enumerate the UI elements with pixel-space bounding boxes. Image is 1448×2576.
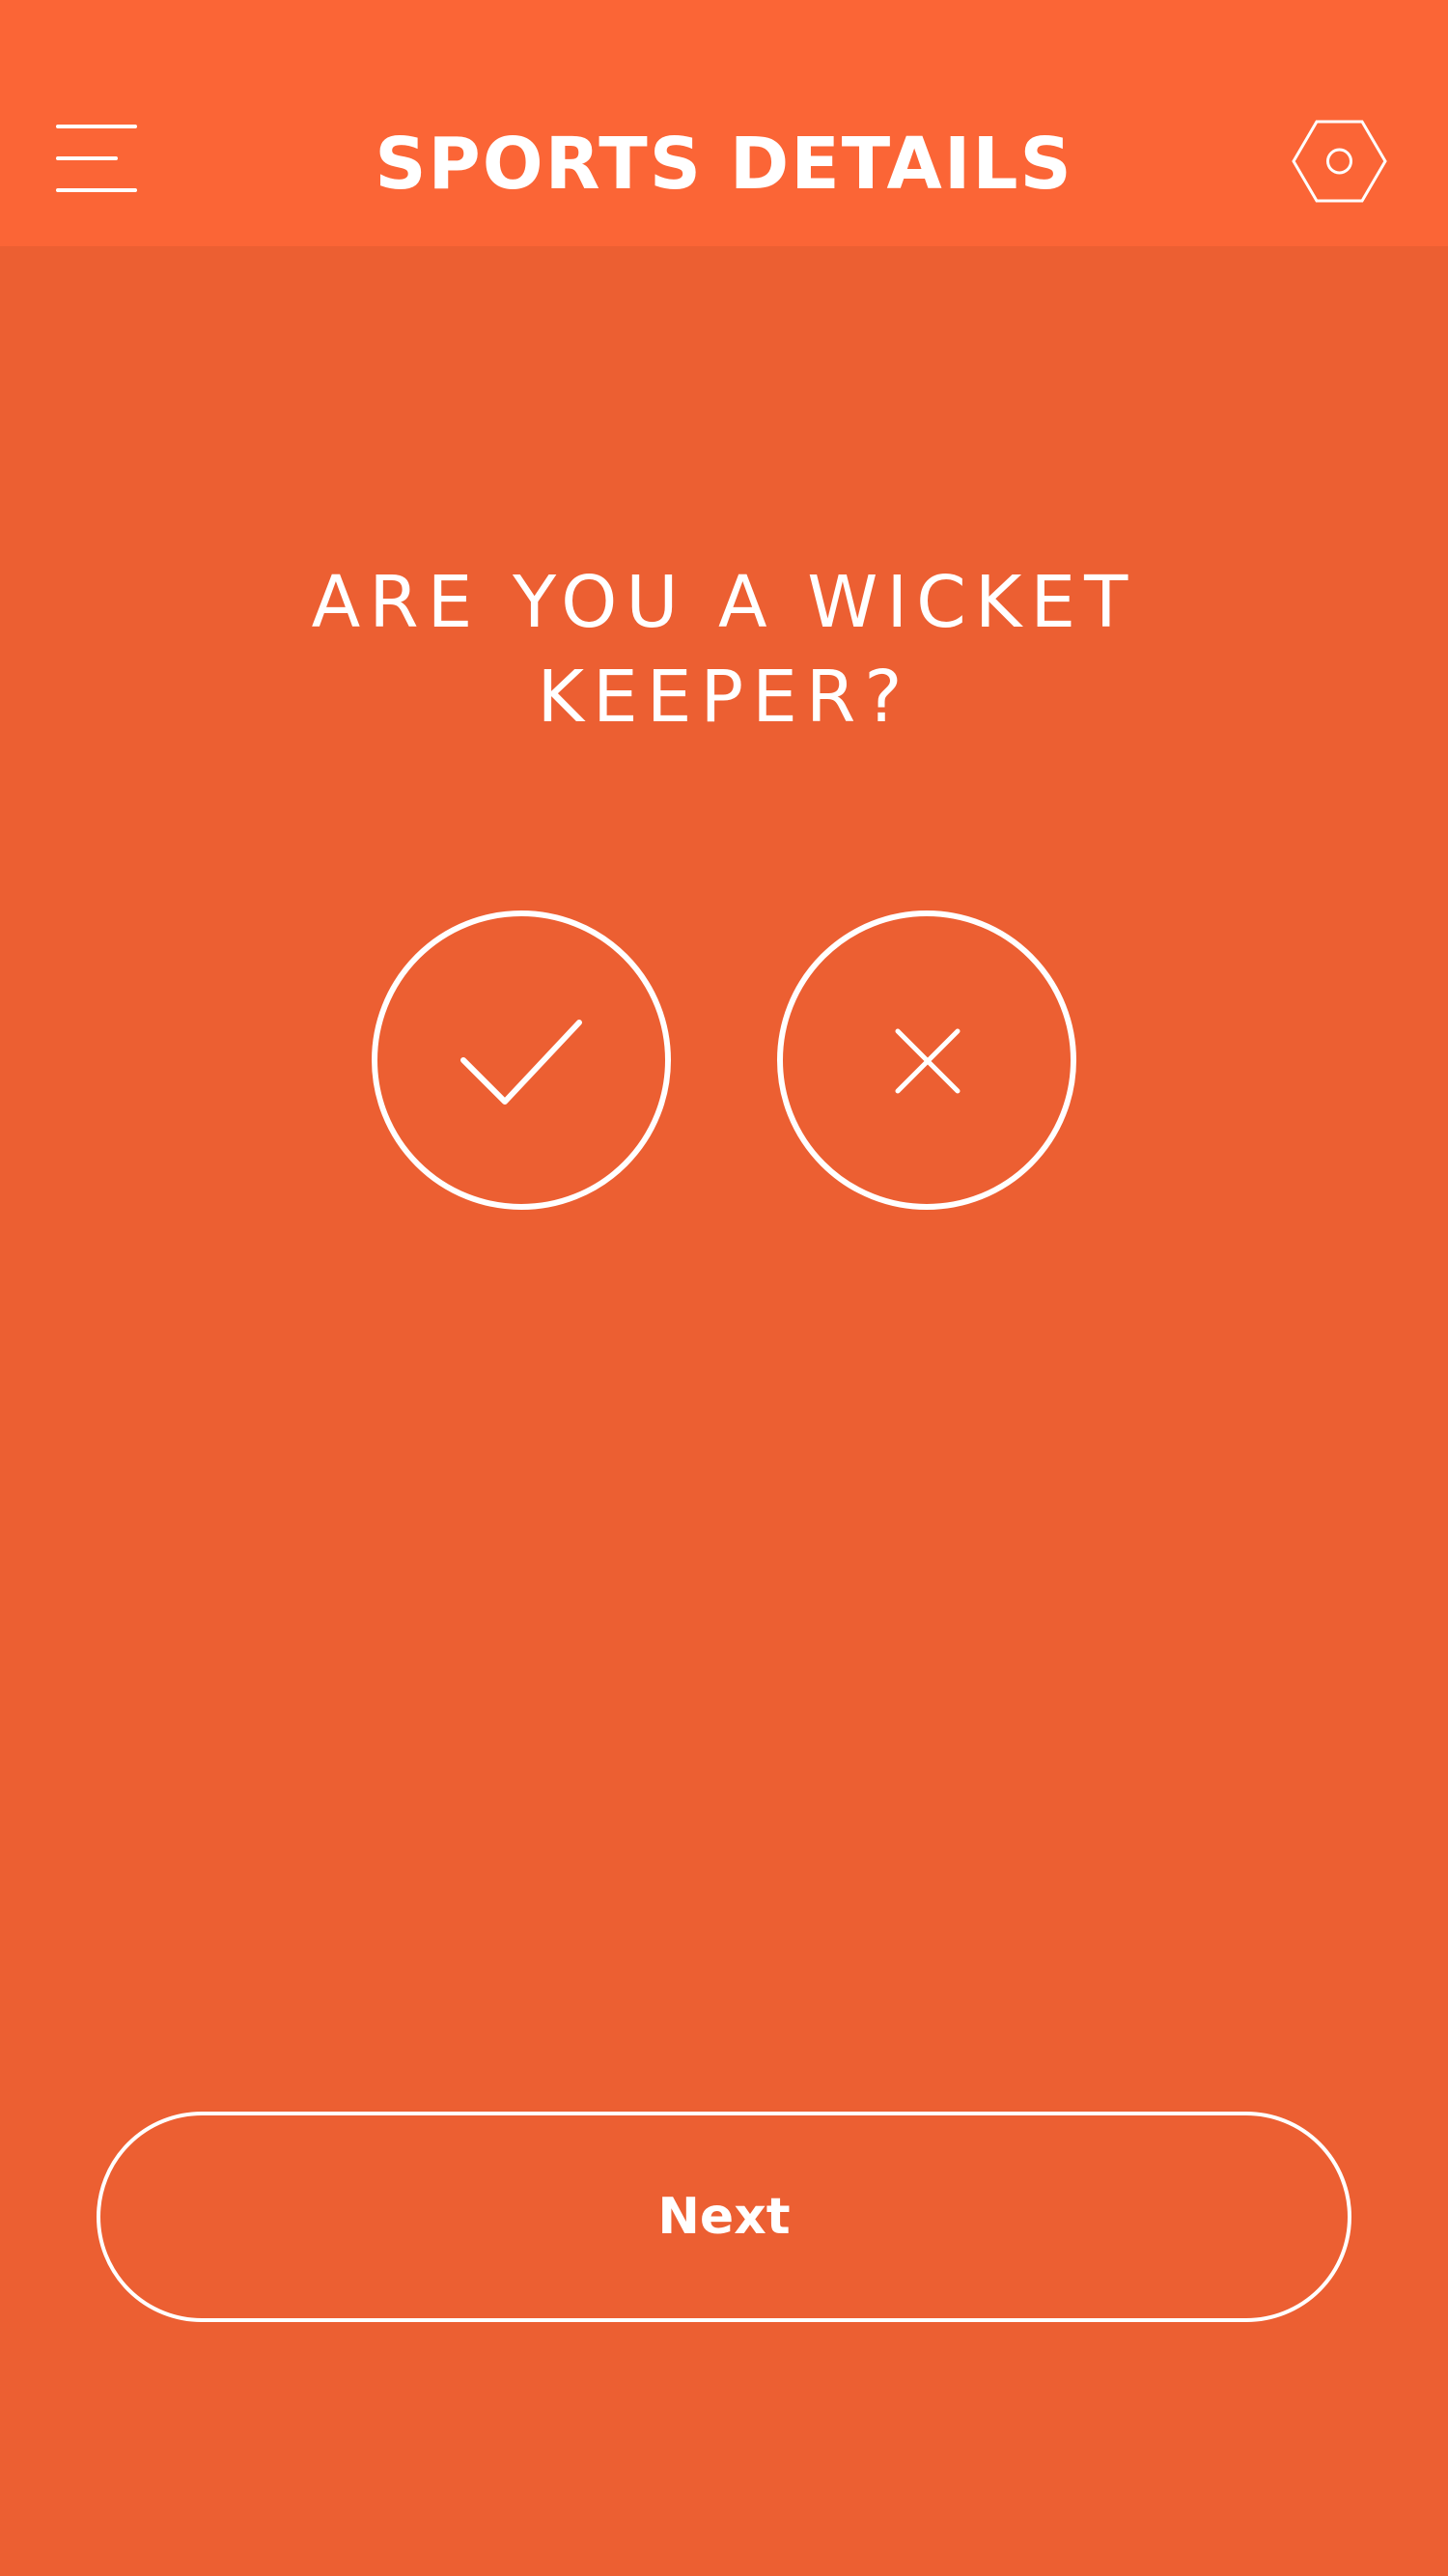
- next-button[interactable]: Next: [97, 2112, 1351, 2322]
- no-button[interactable]: [776, 910, 1077, 1211]
- settings-button[interactable]: [1284, 111, 1395, 212]
- question-text: ARE YOU A WICKET KEEPER?: [311, 561, 1137, 739]
- checkmark-icon: [372, 910, 671, 1210]
- close-x-icon: [777, 910, 1076, 1210]
- yes-button[interactable]: [371, 910, 672, 1211]
- app-header: SPORTS DETAILS: [0, 0, 1448, 246]
- menu-bar-bottom: [56, 188, 137, 192]
- menu-bar-middle: [56, 156, 118, 160]
- menu-button[interactable]: [46, 108, 143, 201]
- menu-bar-top: [56, 125, 137, 128]
- hexagon-settings-icon: [1292, 120, 1387, 203]
- page-title: SPORTS DETAILS: [375, 123, 1073, 206]
